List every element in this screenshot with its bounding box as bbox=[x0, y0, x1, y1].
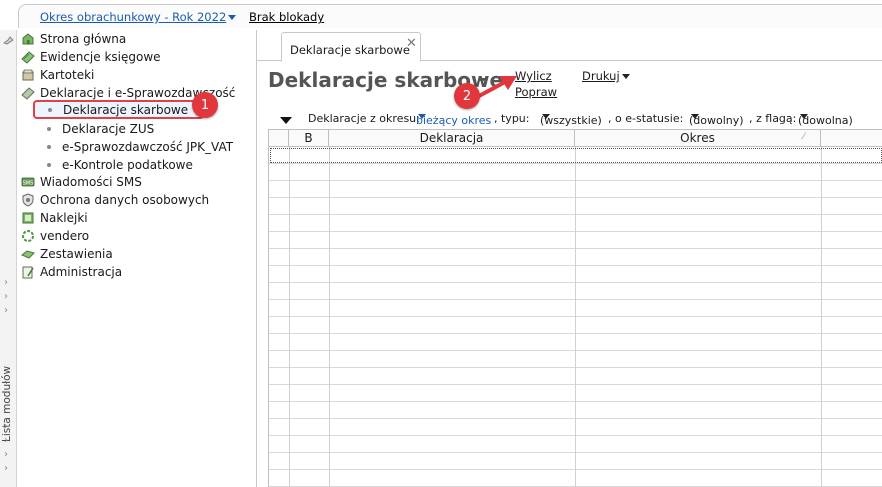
calculate-link[interactable]: Wylicz bbox=[515, 69, 552, 83]
nav-subitem-label: Deklaracje skarbowe bbox=[63, 102, 189, 117]
shield-icon bbox=[22, 193, 34, 207]
nav-item-cards[interactable]: Kartoteki bbox=[21, 66, 94, 84]
nav-subitem-label: e-Sprawozdawczość JPK_VAT bbox=[62, 140, 234, 154]
chevron-down-icon bbox=[800, 114, 808, 119]
ledger-icon bbox=[21, 51, 35, 64]
bullet-icon bbox=[47, 163, 51, 167]
accounting-period-label: Okres obrachunkowy - Rok 2022 bbox=[40, 10, 227, 24]
chevron-right-icon: › bbox=[4, 463, 8, 474]
nav-item-label: Ewidencje księgowe bbox=[40, 50, 161, 64]
chevron-down-icon bbox=[621, 74, 630, 79]
column-header-select[interactable] bbox=[269, 130, 289, 147]
nav-item-label: Naklejki bbox=[40, 211, 88, 225]
nav-item-home[interactable]: Strona główna bbox=[21, 30, 126, 48]
grid-header: B Deklaracja Okres ⁄ bbox=[269, 130, 882, 147]
nav-subitem-jpk-vat[interactable]: e-Sprawozdawczość JPK_VAT bbox=[45, 138, 233, 156]
type-filter-label: , typu: bbox=[494, 112, 530, 125]
main-panel: Deklaracje skarbowe ✕ Deklaracje skarbow… bbox=[257, 30, 882, 487]
column-divider bbox=[575, 147, 576, 487]
annotation-badge-2: 2 bbox=[454, 83, 480, 109]
nav-item-label: Strona główna bbox=[40, 32, 127, 46]
column-header-declaration[interactable]: Deklaracja bbox=[329, 130, 575, 147]
flag-filter-label: , z flagą: bbox=[749, 112, 797, 125]
nav-item-administration[interactable]: Administracja bbox=[21, 263, 122, 281]
annotation-arrow bbox=[477, 76, 517, 98]
admin-icon bbox=[22, 266, 34, 279]
nav-item-label: Kartoteki bbox=[40, 68, 95, 82]
annotation-badge-1: 1 bbox=[192, 92, 218, 118]
period-filter-label: Deklaracje z okresu: bbox=[308, 112, 420, 125]
print-label: Drukuj bbox=[582, 69, 620, 83]
bullet-icon bbox=[47, 127, 51, 131]
bullet-icon bbox=[47, 145, 51, 149]
nav-item-label: Wiadomości SMS bbox=[40, 175, 142, 189]
nav-item-label: Administracja bbox=[40, 265, 123, 279]
sms-icon: SMS bbox=[21, 177, 35, 187]
nav-subitem-tax-declarations[interactable]: Deklaracje skarbowe bbox=[33, 100, 205, 119]
sticker-icon bbox=[22, 212, 34, 224]
period-filter-value: bieżący okres bbox=[416, 114, 492, 127]
lock-status-link[interactable]: Brak blokady bbox=[249, 10, 324, 24]
chevron-right-icon: › bbox=[4, 421, 8, 432]
nav-item-stickers[interactable]: Naklejki bbox=[21, 209, 88, 227]
nav-subitem-label: Deklaracje ZUS bbox=[62, 122, 155, 136]
nav-subitem-zus-declarations[interactable]: Deklaracje ZUS bbox=[45, 120, 154, 138]
chevron-down-icon bbox=[418, 114, 426, 119]
reports-icon bbox=[21, 250, 35, 259]
nav-item-label: Zestawienia bbox=[40, 247, 113, 261]
cards-icon bbox=[22, 69, 34, 81]
nav-item-data-protection[interactable]: Ochrona danych osobowych bbox=[21, 191, 209, 209]
nav-item-vendero[interactable]: vendero bbox=[21, 227, 89, 245]
fix-link[interactable]: Popraw bbox=[515, 85, 557, 99]
modules-rail[interactable]: › › › Lista modułów › › › › bbox=[0, 30, 17, 487]
chevron-down-icon bbox=[542, 114, 550, 119]
nav-item-ledgers[interactable]: Ewidencje księgowe bbox=[21, 48, 161, 66]
close-icon[interactable]: ✕ bbox=[406, 36, 417, 51]
focused-row[interactable] bbox=[270, 148, 882, 163]
chevron-right-icon: › bbox=[4, 435, 8, 446]
print-dropdown[interactable]: Drukuj bbox=[582, 69, 630, 83]
nav-subitem-tax-controls[interactable]: e-Kontrole podatkowe bbox=[45, 156, 193, 174]
top-bar: Okres obrachunkowy - Rok 2022 Brak bloka… bbox=[0, 0, 882, 30]
tab-label: Deklaracje skarbowe bbox=[290, 43, 410, 57]
chevron-down-icon bbox=[228, 15, 237, 20]
declarations-icon bbox=[21, 87, 35, 100]
column-divider bbox=[821, 147, 822, 487]
module-navigation: Strona główna Ewidencje księgowe Kartote… bbox=[17, 30, 257, 487]
accounting-period-dropdown[interactable]: Okres obrachunkowy - Rok 2022 bbox=[40, 10, 237, 24]
home-icon bbox=[22, 33, 34, 45]
chevron-right-icon: › bbox=[4, 449, 8, 460]
bullet-icon bbox=[48, 107, 52, 112]
chevron-right-icon: › bbox=[4, 277, 8, 288]
nav-item-sms[interactable]: SMS Wiadomości SMS bbox=[21, 173, 142, 191]
tab-tax-declarations[interactable]: Deklaracje skarbowe ✕ bbox=[281, 32, 421, 62]
chevron-down-icon bbox=[691, 114, 699, 119]
filter-bar: Deklaracje z okresu: bieżący okres , typ… bbox=[257, 110, 882, 128]
vendero-icon bbox=[22, 230, 34, 242]
column-divider bbox=[329, 147, 330, 487]
nav-subitem-label: e-Kontrole podatkowe bbox=[62, 158, 193, 172]
pin-icon[interactable] bbox=[3, 36, 14, 45]
column-header-extra[interactable] bbox=[821, 130, 882, 147]
sort-indicator-icon: ⁄ bbox=[803, 132, 805, 142]
declarations-grid[interactable]: B Deklaracja Okres ⁄ bbox=[268, 129, 882, 487]
chevron-right-icon: › bbox=[4, 305, 8, 316]
chevron-right-icon: › bbox=[4, 291, 8, 302]
nav-item-reports[interactable]: Zestawienia bbox=[21, 245, 113, 263]
column-header-period[interactable]: Okres bbox=[575, 130, 821, 147]
estatus-filter-label: , o e-statusie: bbox=[608, 112, 684, 125]
svg-text:SMS: SMS bbox=[23, 181, 34, 187]
column-header-b[interactable]: B bbox=[289, 130, 329, 147]
column-divider bbox=[289, 147, 290, 487]
tab-strip: Deklaracje skarbowe ✕ bbox=[257, 30, 882, 62]
nav-item-label: Ochrona danych osobowych bbox=[40, 193, 210, 207]
nav-item-label: vendero bbox=[40, 229, 90, 243]
